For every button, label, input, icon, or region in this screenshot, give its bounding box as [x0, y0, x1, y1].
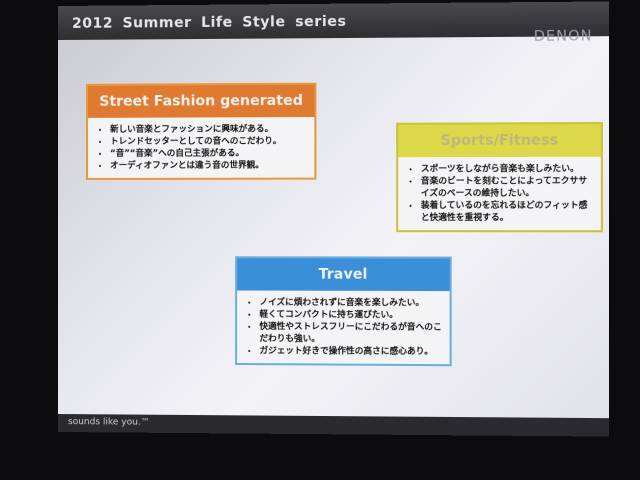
tagline: sounds like you.™	[67, 417, 150, 428]
slide-footer: sounds like you.™	[58, 414, 610, 437]
list-item: ガジェット好きで操作性の高さに感心あり。	[259, 345, 443, 358]
list-item: ノイズに煩わされずに音楽を楽しみたい。	[259, 297, 443, 310]
box-heading: Street Fashion generated	[88, 84, 315, 118]
list-item: 新しい音楽とファッションに興味がある。	[110, 123, 308, 136]
list-item: スポーツをしながら音楽も楽しみたい。	[421, 163, 595, 176]
list-item: 軽くてコンパクトに持ち運びたい。	[259, 309, 443, 322]
travel-box: Travel ノイズに煩わされずに音楽を楽しみたい。 軽くてコンパクトに持ち運び…	[235, 256, 452, 367]
box-heading: Travel	[237, 258, 450, 292]
list-item: 装着しているのを忘れるほどのフィット感と快適性を重視する。	[421, 200, 595, 224]
projected-slide: 2012 Summer Life Style series DENON Stre…	[58, 1, 610, 437]
slide-header: 2012 Summer Life Style series DENON	[58, 1, 610, 45]
box-heading: Sports/Fitness	[398, 124, 601, 158]
street-fashion-box: Street Fashion generated 新しい音楽とファッションに興味…	[86, 82, 317, 180]
list-item: 音楽のビートを刻むことによってエクササイズのベースの維持したい。	[421, 175, 595, 200]
slide-title: 2012 Summer Life Style series	[71, 13, 347, 32]
list-item: トレンドセッターとしての音へのこだわり。	[110, 135, 308, 148]
sports-fitness-box: Sports/Fitness スポーツをしながら音楽も楽しみたい。 音楽のビート…	[396, 121, 603, 233]
list-item: “音”“音楽”への自己主張がある。	[110, 147, 308, 160]
list-item: オーディオファンとは違う音の世界観。	[110, 159, 308, 171]
list-item: 快適性やストレスフリーにこだわるが音へのこだわりも強い。	[259, 321, 443, 346]
denon-logo: DENON	[533, 28, 593, 45]
